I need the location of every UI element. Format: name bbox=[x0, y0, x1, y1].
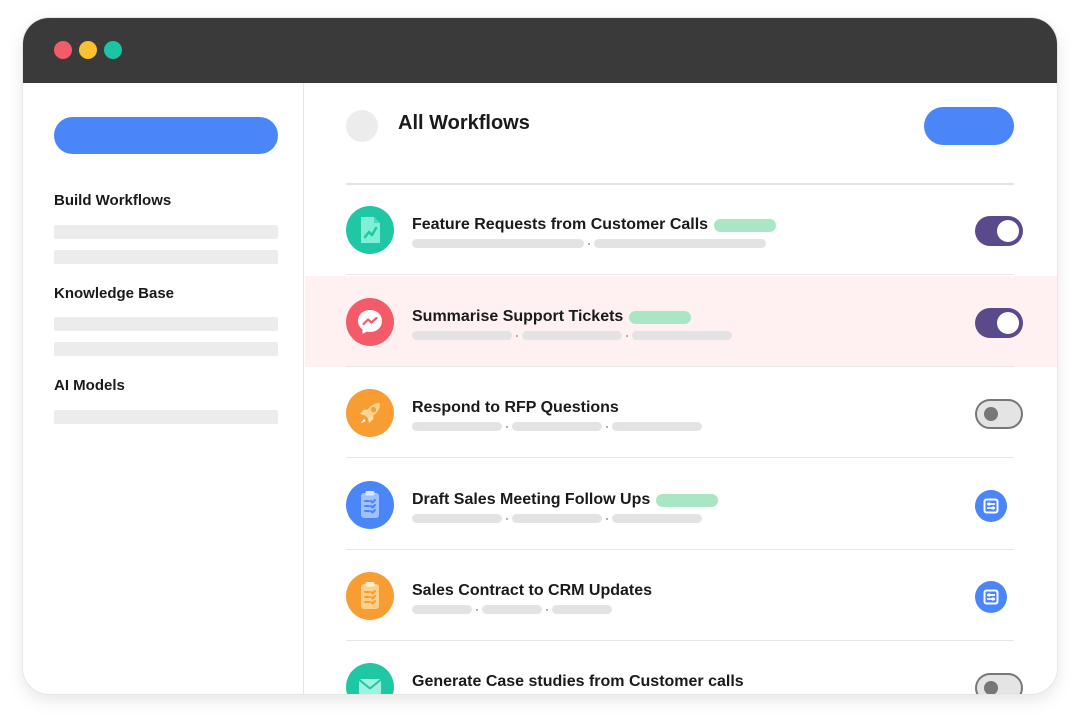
minimize-window-button[interactable] bbox=[79, 41, 97, 59]
sidebar-item-placeholder[interactable] bbox=[54, 342, 278, 356]
sidebar-heading-build-workflows: Build Workflows bbox=[54, 192, 172, 209]
status-tag bbox=[656, 493, 719, 507]
clipboard-checklist-icon bbox=[346, 572, 394, 620]
workflow-title: Generate Case studies from Customer call… bbox=[412, 673, 744, 690]
sliders-icon bbox=[983, 498, 999, 514]
envelope-icon bbox=[346, 663, 394, 694]
workflow-meta bbox=[412, 605, 612, 614]
workflow-title: Draft Sales Meeting Follow Ups bbox=[412, 491, 719, 509]
workflow-meta bbox=[412, 514, 702, 523]
workflow-settings-button[interactable] bbox=[975, 490, 1007, 522]
page-title: All Workflows bbox=[398, 112, 530, 134]
sidebar-item-placeholder[interactable] bbox=[54, 317, 278, 331]
workflow-row[interactable]: Summarise Support Tickets bbox=[305, 276, 1057, 367]
workflow-title: Feature Requests from Customer Calls bbox=[412, 216, 777, 234]
title-bar bbox=[23, 18, 1057, 83]
app-window: Build Workflows Knowledge Base AI Models… bbox=[23, 18, 1057, 694]
workflow-meta bbox=[412, 331, 732, 340]
workflow-enable-toggle[interactable] bbox=[975, 308, 1023, 338]
sidebar-item-placeholder[interactable] bbox=[54, 250, 278, 264]
main-panel: All Workflows Feature Requests from Cust… bbox=[305, 83, 1057, 694]
workflow-settings-button[interactable] bbox=[975, 581, 1007, 613]
workflow-meta bbox=[412, 422, 702, 431]
workflow-title: Respond to RFP Questions bbox=[412, 399, 619, 416]
status-tag bbox=[629, 310, 692, 324]
workflow-enable-toggle[interactable] bbox=[975, 399, 1023, 429]
workflow-row[interactable]: Feature Requests from Customer Calls bbox=[305, 184, 1057, 275]
clipboard-checklist-icon bbox=[346, 481, 394, 529]
sidebar-heading-ai-models: AI Models bbox=[54, 377, 125, 394]
sidebar-item-placeholder[interactable] bbox=[54, 410, 278, 424]
chart-document-icon bbox=[346, 206, 394, 254]
messenger-icon bbox=[346, 298, 394, 346]
status-tag bbox=[714, 218, 777, 232]
workflow-enable-toggle[interactable] bbox=[975, 673, 1023, 694]
sidebar: Build Workflows Knowledge Base AI Models bbox=[23, 83, 304, 694]
sidebar-item-placeholder[interactable] bbox=[54, 225, 278, 239]
rocket-icon bbox=[346, 389, 394, 437]
workflow-title: Summarise Support Tickets bbox=[412, 308, 692, 326]
workflow-meta bbox=[412, 239, 766, 248]
sidebar-heading-knowledge-base: Knowledge Base bbox=[54, 285, 175, 302]
close-window-button[interactable] bbox=[54, 41, 72, 59]
new-workflow-button[interactable] bbox=[924, 107, 1014, 145]
sidebar-primary-button[interactable] bbox=[54, 117, 278, 154]
avatar[interactable] bbox=[346, 110, 378, 142]
workflow-enable-toggle[interactable] bbox=[975, 216, 1023, 246]
maximize-window-button[interactable] bbox=[104, 41, 122, 59]
workflow-row[interactable]: Sales Contract to CRM Updates bbox=[305, 550, 1057, 641]
workflow-row[interactable]: Generate Case studies from Customer call… bbox=[305, 641, 1057, 694]
sliders-icon bbox=[983, 589, 999, 605]
workflow-title: Sales Contract to CRM Updates bbox=[412, 582, 653, 599]
workflow-row[interactable]: Respond to RFP Questions bbox=[305, 367, 1057, 458]
workflow-row[interactable]: Draft Sales Meeting Follow Ups bbox=[305, 459, 1057, 550]
